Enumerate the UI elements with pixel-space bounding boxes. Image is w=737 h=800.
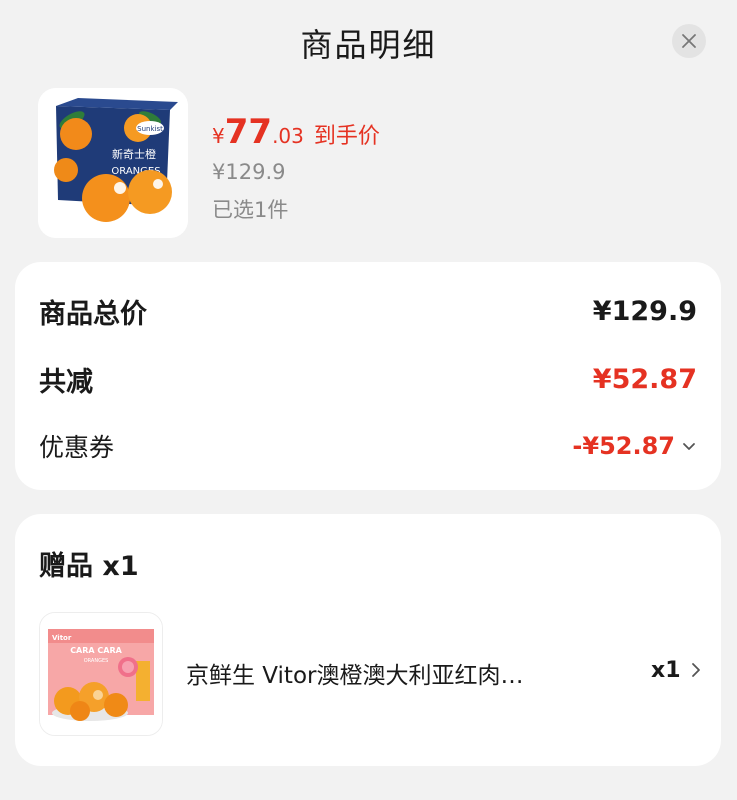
gift-item-qty: x1 (651, 658, 681, 683)
product-image: Sunkist 新奇士橙 ORANGES (38, 88, 188, 238)
chevron-down-icon[interactable] (681, 438, 697, 454)
price-breakdown-card: 商品总价 ¥129.9 共减 ¥52.87 优惠券 -¥52.87 (15, 262, 721, 490)
gift-card: 赠品 x1 Vitor CARA CARA ORANGES 京鲜生 Vitor澳… (15, 514, 721, 766)
close-icon (682, 34, 696, 48)
page-title: 商品明细 (300, 26, 437, 64)
gift-item[interactable]: Vitor CARA CARA ORANGES 京鲜生 Vitor澳橙澳大利亚红… (39, 612, 709, 736)
box-label: 新奇士橙 (112, 147, 156, 161)
discount-value: ¥52.87 (592, 364, 697, 395)
detail-sheet: 商品明细 Sunkist 新奇士橙 ORANGES ¥77.03 到手价 ¥12… (0, 0, 737, 800)
price-decimal: .03 (272, 124, 304, 148)
discount-row: 共减 ¥52.87 (39, 360, 697, 399)
final-price: ¥77.03 到手价 (212, 112, 380, 152)
cara-cara-box-image: Vitor CARA CARA ORANGES (40, 613, 162, 735)
price-integer: 77 (224, 112, 273, 152)
orange-box-image: Sunkist 新奇士橙 ORANGES (38, 88, 188, 238)
total-row: 商品总价 ¥129.9 (39, 292, 697, 331)
gift-image: Vitor CARA CARA ORANGES (39, 612, 163, 736)
chevron-right-icon[interactable] (688, 660, 704, 680)
coupon-value: -¥52.87 (572, 432, 675, 460)
total-label: 商品总价 (39, 299, 147, 330)
price-tag: 到手价 (313, 124, 380, 149)
coupon-value-group[interactable]: -¥52.87 (572, 432, 697, 460)
selected-count: 已选1件 (212, 198, 289, 222)
price-currency: ¥ (212, 124, 225, 148)
product-summary: Sunkist 新奇士橙 ORANGES ¥77.03 到手价 ¥129.9 已选… (38, 88, 698, 240)
gift-item-name: 京鲜生 Vitor澳橙澳大利亚红肉… (186, 663, 524, 689)
sheet-header: 商品明细 (0, 0, 737, 80)
total-value: ¥129.9 (592, 296, 697, 327)
close-button[interactable] (672, 24, 706, 58)
original-price: ¥129.9 (212, 160, 286, 184)
gift-brand-badge: Vitor (52, 634, 72, 642)
gift-box-text-1: CARA CARA (70, 646, 122, 655)
coupon-label: 优惠券 (39, 433, 115, 462)
discount-label: 共减 (39, 367, 93, 398)
gift-box-text-2: ORANGES (84, 658, 109, 664)
gift-title: 赠品 x1 (39, 551, 139, 582)
brand-badge: Sunkist (137, 125, 163, 133)
coupon-row[interactable]: 优惠券 -¥52.87 (39, 428, 697, 464)
